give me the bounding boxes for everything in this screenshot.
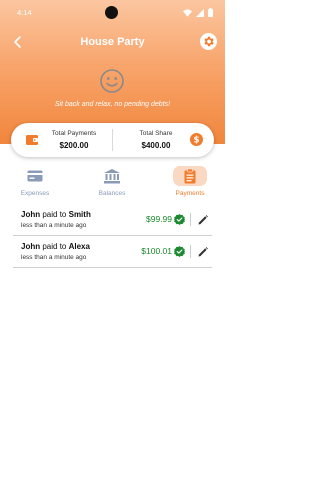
total-payments-label: Total Payments — [51, 130, 97, 137]
list-item[interactable]: John paid to Smith less than a minute ag… — [13, 204, 212, 236]
page-title: House Party — [80, 36, 145, 48]
smiley-face-icon — [100, 69, 124, 93]
dollar-coin-icon: $ — [190, 133, 203, 146]
status-icons — [183, 8, 213, 17]
tab-payments-label: Payments — [175, 190, 205, 197]
payment-verb: paid to — [42, 210, 67, 219]
signal-icon — [196, 8, 204, 17]
tab-expenses-label: Expenses — [20, 190, 50, 197]
total-payments: Total Payments $200.00 — [11, 123, 112, 157]
tab-expenses[interactable]: Expenses — [5, 165, 65, 201]
payee-name: Smith — [68, 210, 91, 219]
wifi-icon — [183, 8, 192, 17]
payment-time: less than a minute ago — [21, 254, 87, 261]
total-share-value: $400.00 — [141, 141, 171, 150]
edit-pencil-icon[interactable] — [198, 215, 208, 225]
summary-card: Total Payments $200.00 Total Share $400.… — [11, 123, 214, 157]
wallet-icon — [26, 135, 38, 145]
credit-card-icon — [25, 167, 45, 185]
row-divider — [190, 213, 191, 226]
total-share: Total Share $400.00 $ — [113, 123, 214, 157]
status-bar: 4:14 — [0, 0, 225, 26]
check-circle-icon — [174, 214, 185, 225]
bank-icon — [102, 167, 122, 185]
payment-amount: $99.99 — [146, 214, 172, 224]
status-message: Sit back and relax, no pending debts! — [54, 101, 171, 108]
status-time: 4:14 — [17, 8, 32, 17]
total-share-label: Total Share — [139, 130, 173, 137]
svg-text:$: $ — [193, 136, 199, 146]
tab-balances[interactable]: Balances — [82, 165, 142, 201]
payment-description: John paid to Alexa — [21, 242, 90, 251]
payer-name: John — [21, 210, 41, 219]
edit-pencil-icon[interactable] — [198, 247, 208, 257]
gear-icon — [204, 36, 214, 47]
clipboard-icon — [173, 166, 207, 186]
tab-bar: Expenses Balances Payments — [0, 165, 225, 201]
battery-icon — [208, 8, 213, 17]
list-item[interactable]: John paid to Alexa less than a minute ag… — [13, 236, 212, 268]
settings-button[interactable] — [200, 33, 217, 50]
total-payments-value: $200.00 — [59, 141, 89, 150]
check-circle-icon — [174, 246, 185, 257]
tab-payments[interactable]: Payments — [160, 165, 220, 201]
payment-description: John paid to Smith — [21, 210, 91, 219]
payments-list: John paid to Smith less than a minute ag… — [13, 204, 212, 268]
tab-balances-label: Balances — [98, 190, 126, 197]
payer-name: John — [21, 242, 41, 251]
payment-time: less than a minute ago — [21, 222, 87, 229]
camera-cutout — [105, 6, 118, 19]
row-divider — [190, 245, 191, 258]
payment-verb: paid to — [42, 242, 67, 251]
payment-amount: $100.01 — [141, 246, 172, 256]
payee-name: Alexa — [68, 242, 90, 251]
